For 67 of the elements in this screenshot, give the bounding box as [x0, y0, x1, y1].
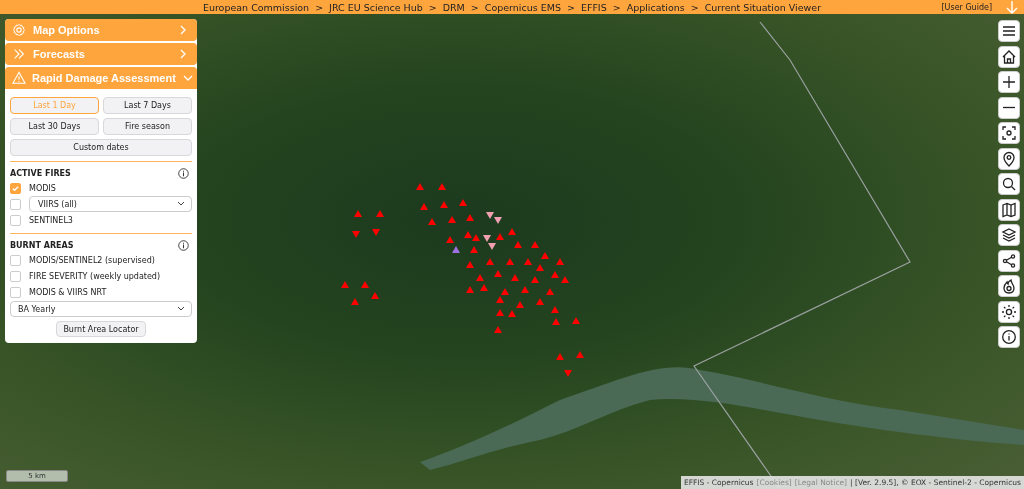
caret-icon — [177, 201, 185, 207]
breadcrumb-link[interactable]: DRM — [442, 1, 465, 13]
user-guide-link[interactable]: [User Guide] — [941, 2, 992, 12]
layer-label: MODIS & VIIRS NRT — [29, 287, 107, 297]
breadcrumb-link[interactable]: Current Situation Viewer — [704, 1, 822, 13]
zoom-out-icon — [1002, 106, 1016, 109]
breadcrumb-link[interactable]: European Commission — [202, 1, 310, 13]
search-icon — [1001, 176, 1017, 192]
home-icon — [1001, 48, 1017, 65]
info-icon[interactable] — [178, 239, 189, 251]
caret-icon — [177, 306, 185, 312]
locate-button[interactable] — [998, 122, 1020, 144]
checkbox[interactable] — [10, 254, 21, 266]
breadcrumb-separator: > — [315, 1, 324, 13]
dropdown-field[interactable]: VIIRS (all) — [29, 196, 192, 212]
gear-icon — [12, 23, 26, 37]
zoom-in-icon — [1001, 74, 1017, 90]
dropdown-field[interactable]: BA Yearly — [10, 301, 192, 317]
breadcrumb-link[interactable]: Applications — [626, 1, 685, 13]
period-button[interactable]: Custom dates — [10, 139, 192, 156]
share-button[interactable] — [998, 249, 1020, 272]
fire-button[interactable] — [998, 275, 1020, 297]
breadcrumb-separator: > — [428, 1, 437, 13]
menu-icon — [1001, 23, 1017, 39]
group-title: BURNT AREAS — [10, 240, 74, 250]
period-button[interactable]: Last 7 Days — [103, 97, 192, 114]
info-icon[interactable] — [178, 167, 189, 179]
breadcrumb-link[interactable]: Copernicus EMS — [484, 1, 561, 13]
checkbox[interactable] — [10, 198, 21, 210]
period-button[interactable]: Fire season — [103, 118, 192, 135]
home-button[interactable] — [998, 45, 1020, 68]
layer-label: MODIS/SENTINEL2 (supervised) — [29, 255, 155, 265]
double-chevron-icon — [12, 47, 26, 61]
layers-button[interactable] — [998, 224, 1020, 246]
checkbox[interactable] — [10, 286, 21, 298]
checkbox[interactable] — [10, 270, 21, 282]
info-icon — [1001, 329, 1017, 345]
breadcrumb-separator: > — [470, 1, 479, 13]
group-title: ACTIVE FIRES — [10, 168, 71, 178]
checkbox[interactable] — [10, 214, 21, 226]
zoom-in-button[interactable] — [998, 71, 1020, 93]
breadcrumb-link[interactable]: JRC EU Science Hub — [329, 1, 423, 13]
warning-icon — [12, 71, 26, 85]
map-button[interactable] — [998, 198, 1020, 221]
checkbox[interactable] — [10, 182, 21, 194]
info-button[interactable] — [998, 326, 1020, 348]
layer-label: MODIS — [29, 183, 56, 193]
locate-icon — [1001, 125, 1017, 141]
layer-label: FIRE SEVERITY (weekly updated) — [29, 271, 161, 281]
layers-icon — [1001, 227, 1017, 243]
brightness-icon — [1001, 303, 1017, 320]
breadcrumb-separator: > — [612, 1, 621, 13]
location-pin-icon — [1001, 150, 1017, 167]
fire-icon — [1001, 278, 1017, 294]
brightness-button[interactable] — [998, 300, 1020, 323]
location-pin-button[interactable] — [998, 147, 1020, 170]
breadcrumb-separator: > — [690, 1, 699, 13]
breadcrumb-separator: > — [566, 1, 575, 13]
burnt-area-locator-button[interactable]: Burnt Area Locator — [56, 321, 146, 337]
search-button[interactable] — [998, 173, 1020, 195]
period-button[interactable]: Last 30 Days — [10, 118, 99, 135]
map-icon — [1001, 201, 1017, 218]
layer-label: SENTINEL3 — [29, 215, 73, 225]
share-icon — [1001, 252, 1017, 269]
zoom-out-button[interactable] — [998, 96, 1020, 119]
breadcrumb-link[interactable]: EFFIS — [580, 1, 607, 13]
menu-button[interactable] — [998, 20, 1020, 42]
